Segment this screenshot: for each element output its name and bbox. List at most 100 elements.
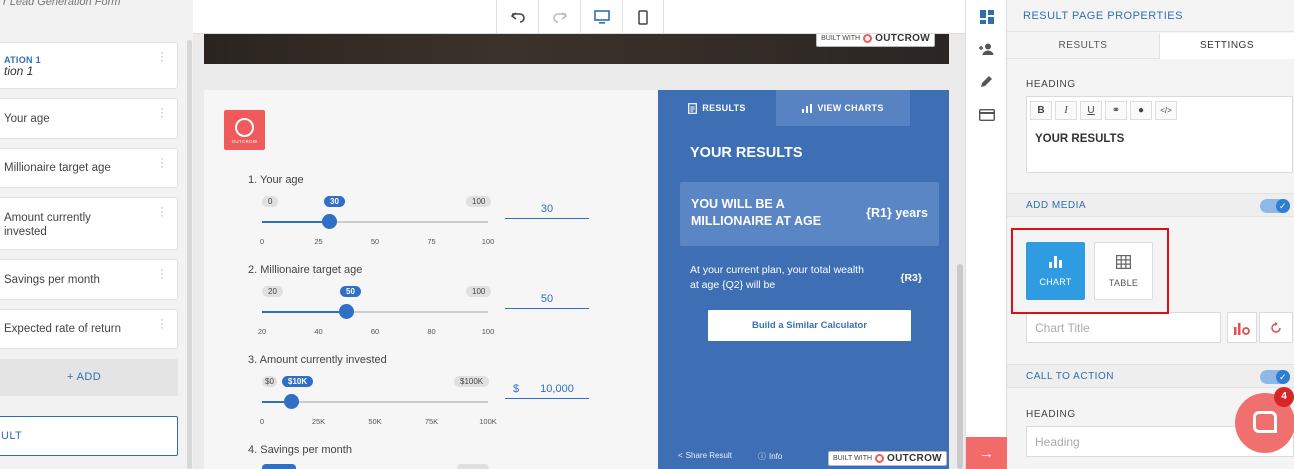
age-input[interactable]: 30: [505, 203, 589, 219]
mobile-view-icon[interactable]: [622, 0, 664, 34]
share-result-link[interactable]: < Share Result: [678, 451, 732, 460]
built-with-badge[interactable]: BUILT WITH OUTCROW: [828, 451, 947, 466]
result-line-value: {R3}: [900, 272, 922, 284]
logo-mark-icon: [235, 118, 254, 137]
next-arrow-button[interactable]: →: [966, 437, 1007, 469]
slider-tick-label: 25: [314, 237, 323, 246]
add-user-icon[interactable]: [966, 32, 1007, 65]
sidebar-scrollbar[interactable]: [187, 40, 192, 469]
reset-icon[interactable]: [1259, 312, 1293, 343]
pencil-icon[interactable]: [966, 65, 1007, 98]
info-link[interactable]: ⓘ Info: [758, 451, 782, 462]
slider-current: [262, 464, 296, 469]
result-line-label: At your current plan, your total wealth …: [690, 264, 864, 291]
slider-min: $0: [262, 376, 277, 387]
undo-icon[interactable]: [496, 0, 538, 34]
bold-icon[interactable]: B: [1030, 101, 1052, 120]
tab-results[interactable]: RESULTS: [658, 90, 776, 126]
hero-image: BUILT WITH OUTCROW: [204, 34, 949, 64]
bar-chart-icon: [802, 103, 813, 113]
slider-tick-label: 20: [257, 327, 267, 336]
slider-min: 0: [262, 196, 279, 207]
question-item[interactable]: Expected rate of return · · ·: [0, 309, 178, 349]
italic-icon[interactable]: I: [1055, 101, 1077, 120]
slider-tick-label: 25K: [311, 417, 326, 426]
invested-input[interactable]: 10,000: [505, 383, 589, 399]
chat-unread-badge: 4: [1274, 387, 1294, 407]
question-label: 4. Savings per month: [248, 444, 352, 456]
code-icon[interactable]: </>: [1155, 101, 1177, 120]
slider-tick-label: 50K: [368, 417, 382, 426]
desktop-view-icon[interactable]: [580, 0, 622, 34]
more-menu-icon[interactable]: · · ·: [160, 154, 164, 173]
check-icon: ✓: [1276, 370, 1290, 384]
slider-current: 30: [324, 196, 345, 207]
built-with-badge[interactable]: BUILT WITH OUTCROW: [816, 34, 935, 47]
add-media-section: ADD MEDIA ✓: [1007, 193, 1294, 217]
question-label: 2. Millionaire target age: [248, 264, 363, 276]
slider-thumb[interactable]: [283, 394, 299, 409]
call-to-action-section: CALL TO ACTION ✓: [1007, 364, 1294, 388]
slider-current: $10K: [282, 376, 314, 387]
question-item-label: Millionaire target age: [4, 162, 111, 174]
question-item[interactable]: Your age · · ·: [0, 98, 178, 139]
check-icon: ✓: [1276, 199, 1290, 213]
questions-sidebar: r Lead Generation Form ATION 1 tion 1 · ·…: [0, 0, 193, 469]
more-menu-icon[interactable]: · · ·: [160, 265, 164, 284]
results-title: YOUR RESULTS: [690, 145, 803, 161]
section-title: tion 1: [4, 64, 34, 78]
question-item[interactable]: Amount currently invested · · ·: [0, 197, 178, 250]
question-item-label: Amount currently invested: [4, 212, 91, 238]
editor-icon-bar: →: [965, 0, 1007, 469]
results-panel: RESULTS VIEW CHARTS YOUR RESULTS YOU WIL…: [658, 90, 949, 469]
more-menu-icon[interactable]: · · ·: [160, 48, 164, 67]
slider-tick-label: 40: [314, 327, 323, 336]
question-item[interactable]: Savings per month · · ·: [0, 259, 178, 300]
question-item[interactable]: Millionaire target age · · ·: [0, 148, 178, 188]
payment-card-icon[interactable]: [966, 98, 1007, 131]
slider-tick-label: 100: [481, 237, 495, 246]
panel-header: RESULT PAGE PROPERTIES: [1007, 0, 1294, 32]
outcrow-logo-icon: [863, 34, 873, 43]
canvas-scrollbar[interactable]: [957, 264, 963, 469]
tab-settings[interactable]: SETTINGS: [1160, 33, 1294, 59]
slider-max: 100: [466, 196, 492, 207]
tab-results-label: RESULTS: [702, 103, 746, 113]
highlight-frame: [1011, 228, 1169, 314]
result-box-value: {R1} years: [866, 206, 928, 220]
tab-results[interactable]: RESULTS: [1007, 33, 1160, 59]
heading-editor-text: YOUR RESULTS: [1035, 133, 1125, 145]
info-icon: ⓘ: [758, 452, 766, 461]
question-label: 1. Your age: [248, 174, 304, 186]
chart-settings-icon[interactable]: [1227, 312, 1257, 343]
dashboard-icon[interactable]: [966, 0, 1007, 33]
link-icon[interactable]: ⚭: [1105, 101, 1127, 120]
result-page-item[interactable]: ULT: [0, 416, 178, 456]
slider-thumb[interactable]: [322, 214, 338, 229]
tab-view-charts[interactable]: VIEW CHARTS: [776, 90, 910, 126]
cta-toggle[interactable]: ✓: [1260, 370, 1290, 384]
slider-thumb[interactable]: [339, 304, 355, 319]
slider-max: 100: [466, 286, 492, 297]
slider-tick-label: 80: [427, 327, 436, 336]
slider-tick-label: 100K: [479, 417, 497, 426]
target-age-input[interactable]: 50: [505, 293, 589, 309]
build-calculator-button[interactable]: Build a Similar Calculator: [708, 310, 911, 341]
add-question-button[interactable]: + ADD: [0, 359, 178, 396]
question-item-label: Your age: [4, 113, 50, 125]
more-menu-icon[interactable]: · · ·: [160, 203, 164, 222]
redo-icon[interactable]: [538, 0, 580, 34]
heading-editor[interactable]: B I U ⚭ ● </> YOUR RESULTS: [1026, 96, 1293, 173]
result-highlight-box: YOU WILL BE A MILLIONAIRE AT AGE {R1} ye…: [680, 182, 939, 246]
more-menu-icon[interactable]: · · ·: [160, 315, 164, 334]
add-media-toggle[interactable]: ✓: [1260, 199, 1290, 213]
underline-icon[interactable]: U: [1080, 101, 1102, 120]
chart-title-input[interactable]: Chart Title: [1026, 312, 1221, 343]
more-menu-icon[interactable]: · · ·: [160, 104, 164, 123]
section-card[interactable]: ATION 1 tion 1 · · ·: [0, 42, 178, 89]
color-drop-icon[interactable]: ●: [1130, 101, 1152, 120]
preview-canvas: BUILT WITH OUTCROW OUTCROW 1. Your age 0…: [193, 34, 965, 469]
logo-text: OUTCROW: [231, 139, 258, 144]
cta-heading-label: HEADING: [1026, 409, 1076, 420]
slider-tick-label: 0: [259, 237, 265, 246]
